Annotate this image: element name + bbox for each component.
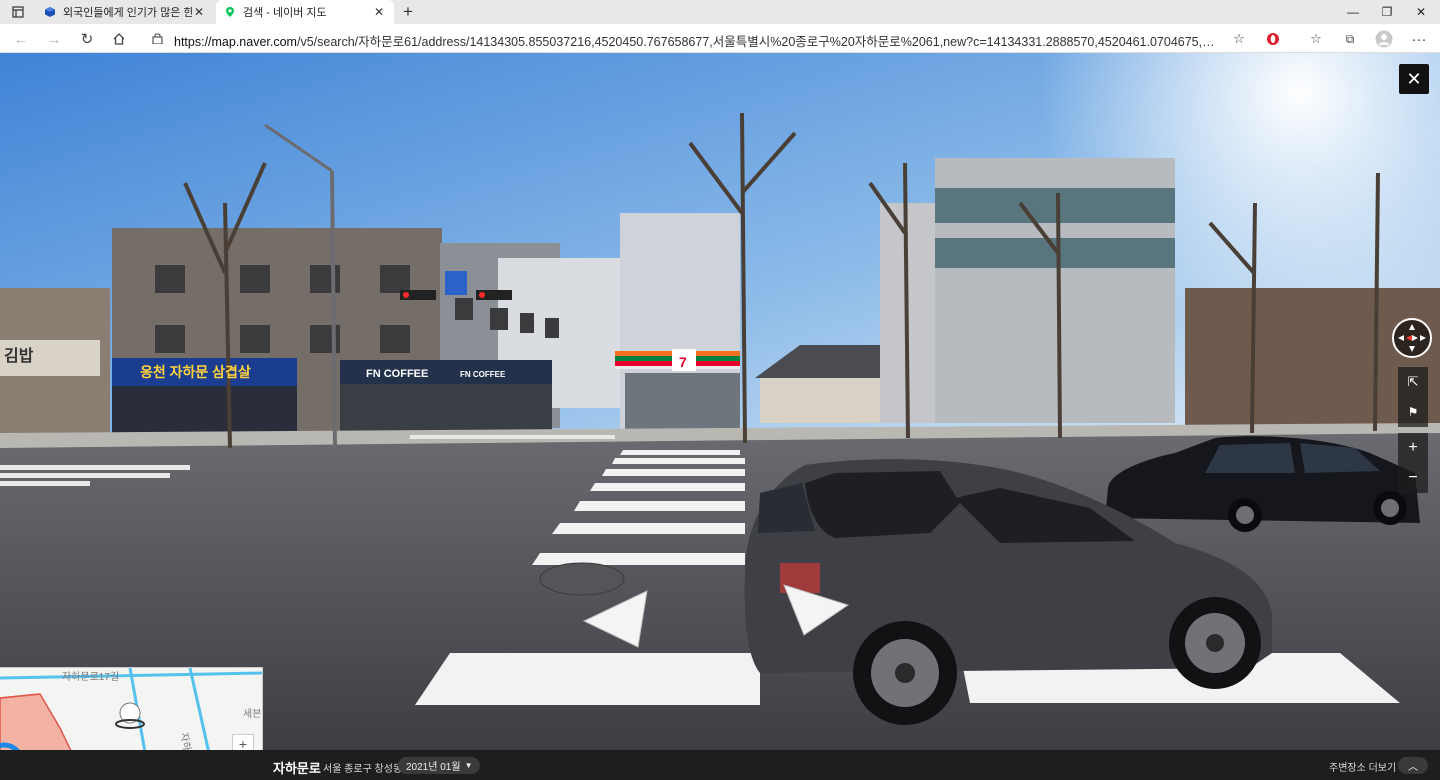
settings-menu-button[interactable]: ··· <box>1408 28 1430 50</box>
capture-date-select[interactable]: 2021년 01월 ▼ <box>398 757 481 774</box>
tab-title: 외국인들에게 인기가 많은 한국 <box>63 7 192 19</box>
refresh-button[interactable]: ↻ <box>76 28 98 50</box>
minimap-label-right: 세븐 <box>243 709 262 720</box>
url-field[interactable]: https://map.naver.com/v5/search/자하문로61/a… <box>174 31 1216 50</box>
sign-seven-eleven: 7 <box>679 354 687 370</box>
arrow-right-icon: → <box>46 30 62 48</box>
maximize-button[interactable]: ❐ <box>1370 0 1404 24</box>
plus-icon: + <box>1408 439 1418 456</box>
window-close-button[interactable]: ✕ <box>1404 0 1438 24</box>
forward-button[interactable]: → <box>43 28 65 50</box>
capture-date: 2021년 01월 <box>406 762 461 773</box>
zoom-in-button[interactable]: + <box>1398 433 1428 463</box>
url-path: /v5/search/자하문로61/address/14134305.85503… <box>296 35 1216 49</box>
nearby-places-link[interactable]: 주변장소 더보기 <box>1329 759 1396 774</box>
tab-actions-icon <box>12 6 24 18</box>
sign-fn-coffee-small: FN COFFEE <box>460 370 506 379</box>
report-icon: ⚑ <box>1407 405 1419 419</box>
tab-naver-map[interactable]: 검색 - 네이버 지도 ✕ <box>216 0 394 24</box>
caret-down-icon: ▼ <box>464 761 473 770</box>
street-panorama[interactable]: 옹천 자하문 삼겹살 FN COFFEE FN COFFEE 김밥 7 <box>0 53 1440 750</box>
home-icon <box>113 33 125 45</box>
share-icon: ⇱ <box>1407 374 1419 389</box>
street-view-info-bar: 자하문로 서울 종로구 창성동 2021년 01월 ▼ 주변장소 더보기 ︿ <box>0 750 1440 780</box>
move-forward-arrow[interactable] <box>782 583 852 638</box>
avatar <box>1375 30 1393 48</box>
minus-icon: − <box>1408 469 1418 486</box>
zoom-out-button[interactable]: − <box>1398 463 1428 493</box>
report-button[interactable]: ⚑ <box>1398 397 1428 427</box>
url-host: https://map.naver.com <box>174 35 297 49</box>
sign-gimbap: 김밥 <box>4 346 34 365</box>
home-button[interactable] <box>108 28 130 50</box>
back-button[interactable]: ← <box>10 28 32 50</box>
compass-icon <box>1398 324 1426 352</box>
refresh-icon: ↻ <box>80 31 94 48</box>
tab-korea-popular[interactable]: 외국인들에게 인기가 많은 한국 ✕ <box>36 0 214 24</box>
street-view-panel[interactable]: 옹천 자하문 삼겹살 FN COFFEE FN COFFEE 김밥 7 ✕ ⇱ … <box>0 53 1440 750</box>
opera-icon <box>1267 33 1279 45</box>
close-icon[interactable]: ✕ <box>372 5 386 19</box>
close-icon: ✕ <box>1406 68 1422 89</box>
chevron-up-icon: ︿ <box>1408 762 1418 773</box>
favorite-add-button[interactable]: ☆ <box>1228 28 1250 50</box>
share-button[interactable]: ⇱ <box>1398 367 1428 397</box>
mini-map[interactable]: 자하문로17길 세븐 자하문로 + − ⤢ <box>0 667 263 750</box>
lock-icon[interactable] <box>152 32 163 44</box>
sign-fn-coffee: FN COFFEE <box>366 368 428 380</box>
mini-map-canvas[interactable] <box>0 668 263 750</box>
star-list-icon: ☆ <box>1310 31 1322 46</box>
minimap-label-top: 자하문로17길 <box>62 672 120 683</box>
address-bar: ← → ↻ https://map.naver.com/v5/search/자하… <box>0 24 1440 53</box>
road-name: 자하문로 <box>273 761 321 776</box>
nearby-expand-button[interactable]: ︿ <box>1398 757 1428 774</box>
star-plus-icon: ☆ <box>1233 31 1245 46</box>
more-icon: ··· <box>1411 30 1427 48</box>
sign-samgyeopsal: 옹천 자하문 삼겹살 <box>140 364 251 380</box>
street-view-close-button[interactable]: ✕ <box>1399 64 1429 94</box>
tab-actions-button[interactable] <box>4 2 32 22</box>
favorites-button[interactable]: ☆ <box>1305 28 1327 50</box>
location-address: 서울 종로구 창성동 <box>323 764 403 775</box>
tab-title: 검색 - 네이버 지도 <box>243 7 327 19</box>
minimize-button[interactable]: — <box>1336 0 1370 24</box>
profile-button[interactable] <box>1373 28 1395 50</box>
close-icon[interactable]: ✕ <box>192 5 206 19</box>
arrow-left-icon: ← <box>13 30 29 48</box>
compass-control[interactable] <box>1392 318 1432 358</box>
naver-map-icon <box>226 7 234 17</box>
tab-bar: 외국인들에게 인기가 많은 한국 ✕ 검색 - 네이버 지도 ✕ + — ❐ ✕ <box>0 0 1440 24</box>
cube-icon <box>45 7 55 17</box>
opera-extension-button[interactable] <box>1262 28 1284 50</box>
collections-button[interactable]: ⧉ <box>1339 28 1361 50</box>
collections-icon: ⧉ <box>1345 31 1355 46</box>
new-tab-button[interactable]: + <box>398 1 418 23</box>
move-left-arrow[interactable] <box>582 589 652 649</box>
minimap-zoom-in[interactable]: + <box>232 734 254 750</box>
